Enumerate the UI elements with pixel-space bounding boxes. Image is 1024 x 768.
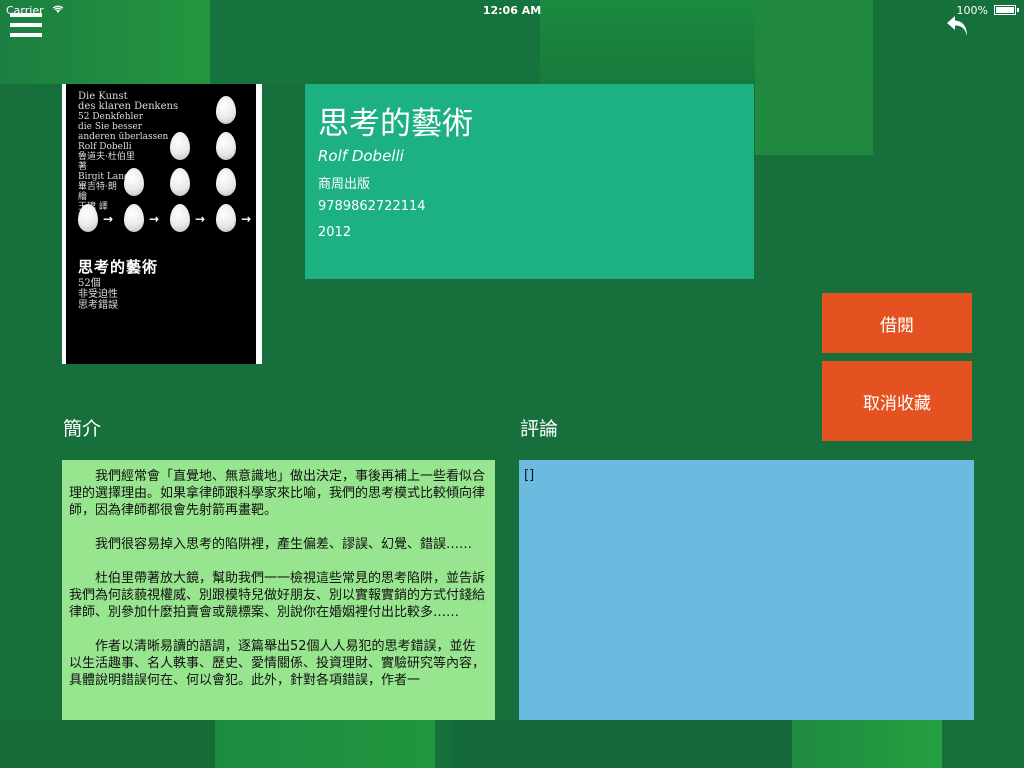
reply-arrow-icon[interactable] [944, 12, 972, 40]
review-text-box[interactable]: [] [519, 460, 974, 720]
cover-title: 思考的藝術 [78, 258, 159, 276]
background-tile [755, 0, 873, 155]
book-cover: Die Kunst des klaren Denkens 52 Denkfehl… [62, 84, 262, 364]
background-tile [942, 720, 1024, 768]
clock: 12:06 AM [482, 4, 542, 17]
intro-heading: 簡介 [63, 418, 102, 440]
book-year: 2012 [318, 225, 352, 240]
status-bar: Carrier 12:06 AM 100% [0, 0, 1024, 20]
hamburger-menu-icon[interactable] [10, 13, 42, 43]
book-isbn: 9789862722114 [318, 199, 426, 214]
book-title: 思考的藝術 [318, 106, 473, 142]
intro-text-box[interactable]: 我們經常會「直覺地、無意識地」做出決定，事後再補上一些看似合理的選擇理由。如果拿… [62, 460, 495, 720]
review-content: [] [524, 468, 535, 483]
intro-paragraph: 我們經常會「直覺地、無意識地」做出決定，事後再補上一些看似合理的選擇理由。如果拿… [69, 469, 486, 518]
battery-icon [994, 5, 1019, 15]
background-tile [215, 720, 435, 768]
borrow-button[interactable]: 借閱 [822, 293, 972, 353]
background-tile [0, 720, 215, 768]
review-heading: 評論 [520, 418, 559, 440]
cover-subtitle: 52個 非受迫性 思考錯誤 [78, 278, 118, 311]
unfavorite-button[interactable]: 取消收藏 [822, 361, 972, 441]
book-publisher: 商周出版 [318, 177, 371, 192]
book-author: Rolf Dobelli [318, 147, 404, 165]
background-tile [792, 720, 942, 768]
background-tile [452, 720, 792, 768]
book-info-panel: 思考的藝術 Rolf Dobelli 商周出版 9789862722114 20… [305, 84, 754, 279]
intro-paragraph: 作者以清晰易讀的語調，逐篇舉出52個人人易犯的思考錯誤，並佐以生活趣事、名人軼事… [69, 639, 486, 688]
intro-paragraph: 杜伯里帶著放大鏡，幫助我們一一檢視這些常見的思考陷阱，並告訴我們為何該藐視權威、… [69, 571, 486, 620]
intro-paragraph: 我們很容易掉入思考的陷阱裡，產生偏差、謬誤、幻覺、錯誤…… [95, 537, 473, 552]
